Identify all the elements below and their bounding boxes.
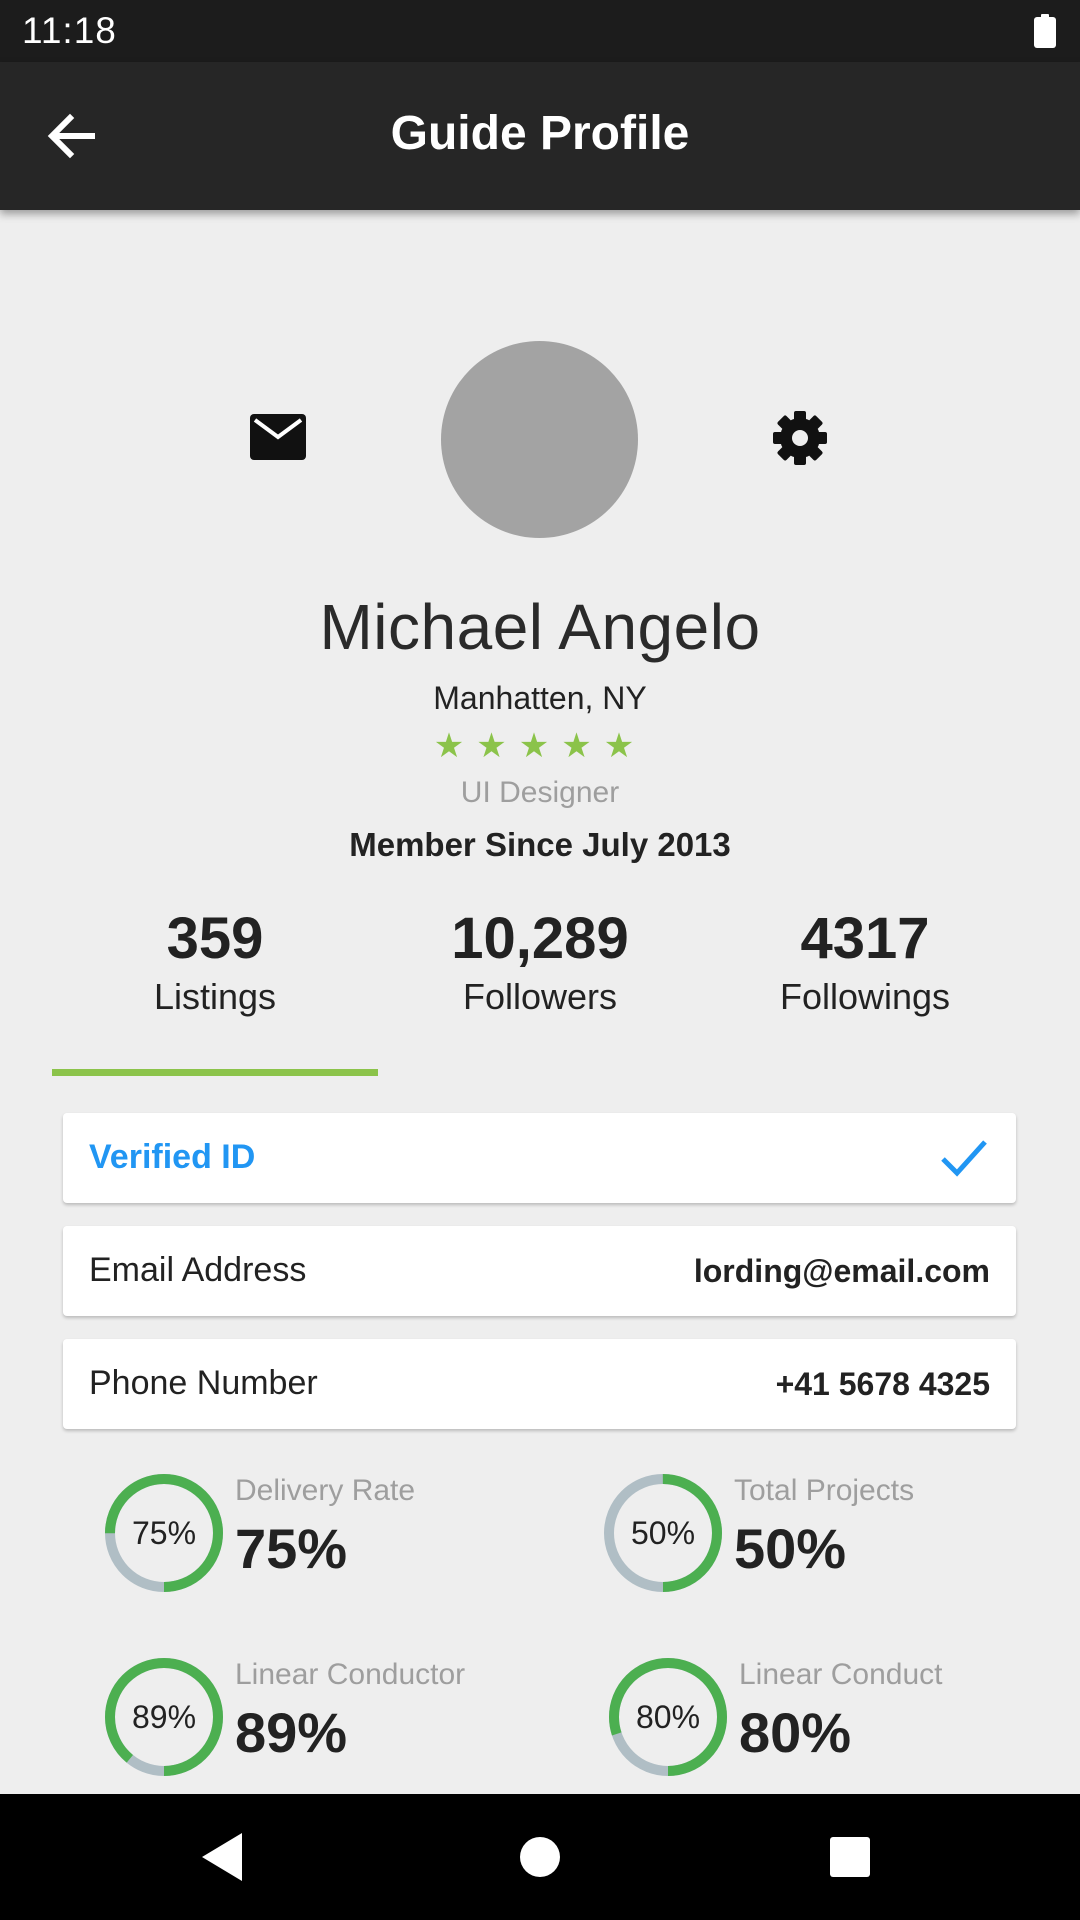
mail-icon[interactable] (250, 412, 306, 462)
star-icon: ★ (561, 727, 604, 765)
profile-role: UI Designer (460, 776, 620, 809)
status-bar: 11:18 (0, 0, 1080, 62)
verified-id-card[interactable]: Verified ID (63, 1113, 1016, 1203)
star-icon: ★ (603, 727, 647, 765)
nav-recents-icon[interactable] (820, 1827, 880, 1887)
phone-card[interactable]: Phone Number +41 5678 4325 (63, 1339, 1016, 1429)
metric-label: Linear Conduct (739, 1658, 943, 1691)
stat-value: 359 (166, 906, 264, 971)
email-label: Email Address (89, 1251, 307, 1289)
navigation-bar (0, 1794, 1080, 1920)
stat-followings[interactable]: 4317 Followings (702, 904, 1028, 1020)
metric-value: 89% (235, 1701, 348, 1764)
member-since: Member Since July 2013 (349, 826, 731, 863)
profile-name: Michael Angelo (319, 591, 761, 663)
stat-value: 4317 (800, 906, 930, 971)
ring-percent: 89% (131, 1699, 197, 1735)
star-icon: ★ (476, 727, 519, 765)
nav-home-icon[interactable] (510, 1827, 570, 1887)
phone-value: +41 5678 4325 (775, 1366, 990, 1402)
battery-icon (1034, 14, 1056, 48)
profile-location: Manhatten, NY (433, 680, 647, 716)
metric-label: Total Projects (734, 1474, 915, 1507)
stat-followers[interactable]: 10,289 Followers (377, 904, 703, 1020)
metric-value: 80% (739, 1701, 852, 1764)
metric-label: Delivery Rate (235, 1474, 416, 1507)
stat-label: Followers (462, 976, 618, 1017)
phone-label: Phone Number (89, 1364, 318, 1402)
avatar[interactable] (441, 341, 638, 538)
active-tab-indicator (52, 1069, 378, 1076)
app-bar: Guide Profile (0, 62, 1080, 210)
verified-id-label: Verified ID (89, 1138, 256, 1176)
ring-percent: 50% (630, 1515, 696, 1551)
stat-label: Listings (153, 976, 277, 1017)
nav-back-icon[interactable] (194, 1827, 254, 1887)
metric-value: 75% (235, 1517, 348, 1580)
gear-icon[interactable] (772, 410, 828, 466)
metric-delivery-rate: 75% Delivery Rate 75% (103, 1472, 563, 1612)
metric-total-projects: 50% Total Projects 50% (602, 1472, 1062, 1612)
ring-percent: 80% (635, 1699, 701, 1735)
metric-linear-conduct: 80% Linear Conduct 80% (607, 1656, 1067, 1796)
stat-listings[interactable]: 359 Listings (52, 904, 378, 1020)
stat-value: 10,289 (451, 906, 629, 971)
email-value: lording@email.com (693, 1253, 990, 1289)
status-time: 11:18 (22, 10, 117, 51)
ring-percent: 75% (131, 1515, 197, 1551)
metric-value: 50% (734, 1517, 847, 1580)
metric-label: Linear Conductor (235, 1658, 466, 1691)
email-card[interactable]: Email Address lording@email.com (63, 1226, 1016, 1316)
rating-stars: ★★★★★ (0, 726, 1080, 766)
page-title: Guide Profile (390, 107, 690, 160)
metric-linear-conductor: 89% Linear Conductor 89% (103, 1656, 563, 1796)
star-icon: ★ (518, 727, 562, 765)
check-icon (941, 1140, 987, 1177)
star-icon: ★ (433, 727, 477, 765)
stat-label: Followings (779, 976, 951, 1017)
